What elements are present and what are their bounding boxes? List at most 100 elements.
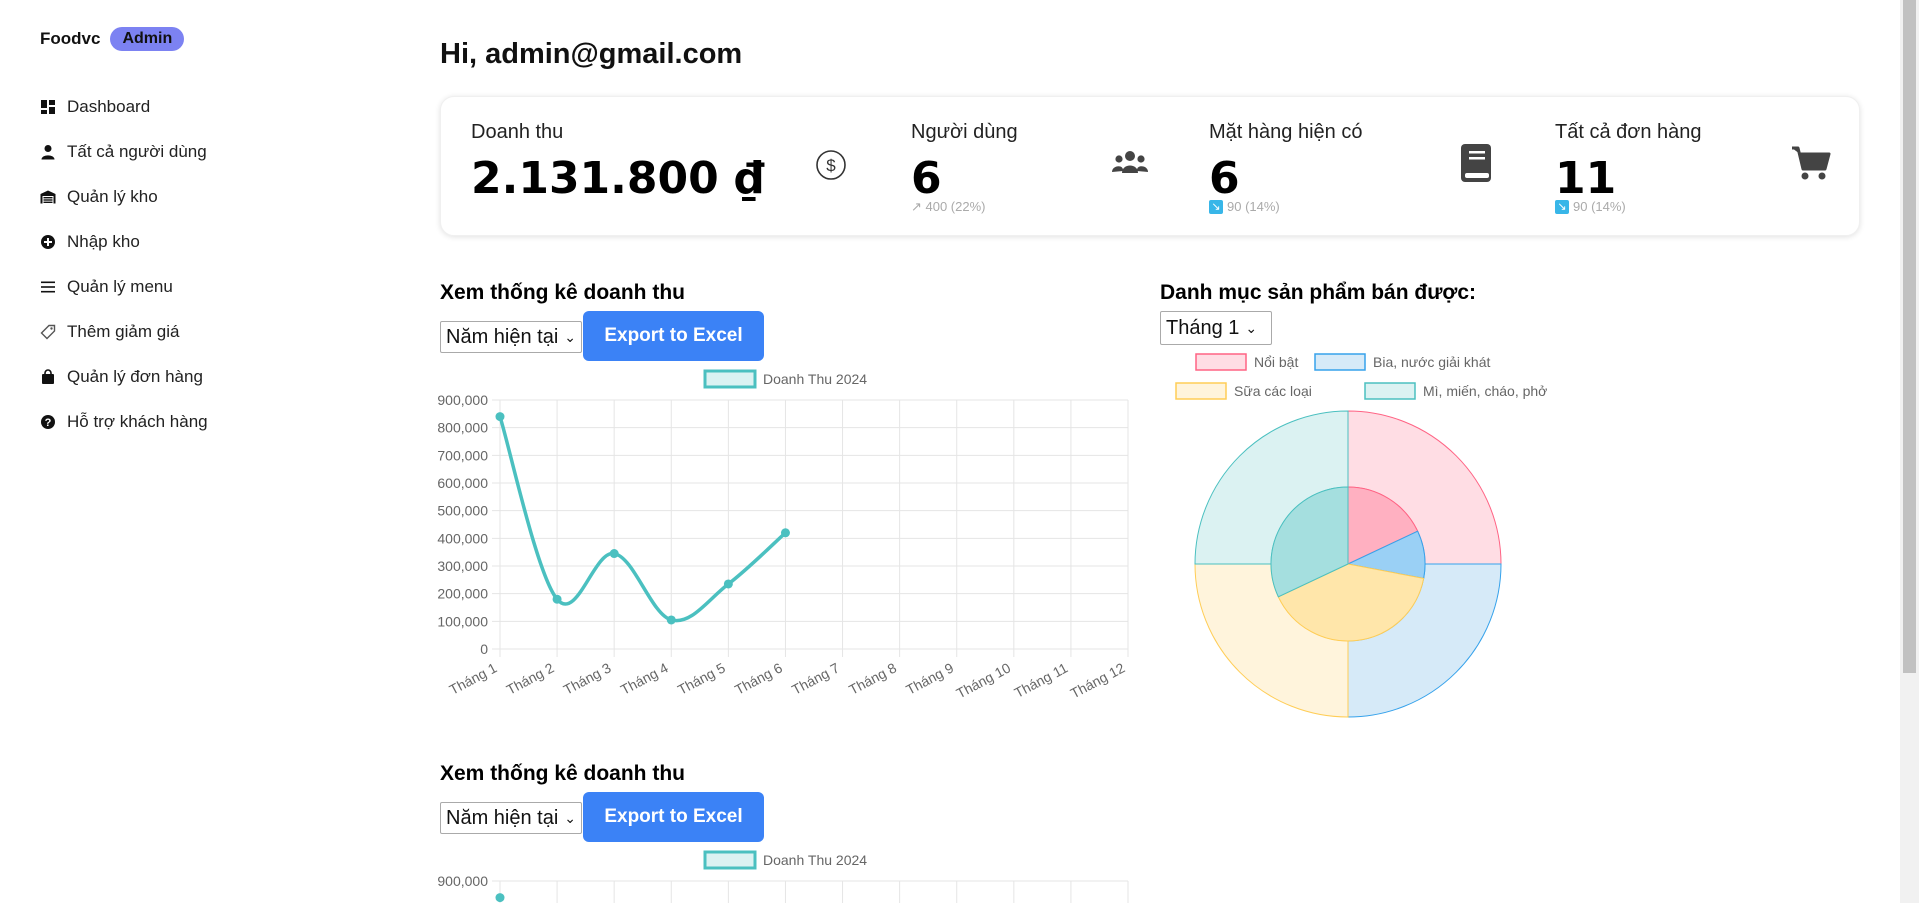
y-tick-label: 100,000 (437, 613, 488, 629)
sidebar-item-users[interactable]: Tất cả người dùng (40, 129, 208, 174)
year-select-value: Năm hiện tại (446, 325, 559, 348)
sidebar-item-warehouse[interactable]: Quản lý kho (40, 174, 208, 219)
revenue-section-title: Xem thống kê doanh thu (440, 281, 685, 304)
stat-orders: Tất cả đơn hàng 11 ↘ 90 (14%) (1555, 97, 1845, 235)
data-point (495, 412, 505, 422)
export-excel-button-2[interactable]: Export to Excel (583, 792, 764, 842)
stat-delta: ↘ 90 (14%) (1209, 199, 1280, 214)
data-point (495, 893, 505, 903)
sidebar-item-dashboard[interactable]: Dashboard (40, 84, 208, 129)
y-tick-label: 400,000 (437, 530, 488, 546)
legend-label: Bia, nước giải khát (1373, 354, 1490, 370)
sidebar-item-label: Quản lý menu (67, 276, 173, 296)
revenue-line-chart: Doanh Thu 2024 900,000 800,000 700,000 600,0… (437, 369, 1129, 701)
sidebar-item-import[interactable]: Nhập kho (40, 219, 208, 264)
month-select[interactable]: Tháng 1 ⌄ (1160, 311, 1272, 345)
category-section-title: Danh mục sản phẩm bán được: (1160, 281, 1477, 304)
page-scrollbar[interactable] (1900, 0, 1919, 903)
x-tick-label: Tháng 5 (675, 659, 728, 697)
y-tick-label: 600,000 (437, 475, 488, 491)
sidebar-item-label: Quản lý kho (67, 186, 158, 206)
year-select-value: Năm hiện tại (446, 806, 559, 829)
y-tick-label: 300,000 (437, 558, 488, 574)
x-tick-label: Tháng 10 (953, 659, 1013, 701)
sidebar-item-discount[interactable]: Thêm giảm giá (40, 309, 208, 354)
revenue-line-chart-2: Doanh Thu 2024 900,000 (437, 850, 1129, 903)
user-icon (40, 144, 56, 160)
users-icon (1111, 149, 1149, 182)
sidebar-item-label: Tất cả người dùng (67, 141, 207, 161)
y-tick-label: 900,000 (437, 392, 488, 408)
stat-users: Người dùng 6 ↗ 400 (22%) (911, 97, 1171, 235)
sidebar-nav: Dashboard Tất cả người dùng Quản lý kho … (40, 84, 208, 444)
x-tick-label: Tháng 8 (846, 659, 899, 697)
stat-value: 2.131.800 ₫ (471, 153, 765, 204)
data-point (552, 594, 562, 604)
series-line (498, 416, 787, 623)
y-tick-label: 700,000 (437, 447, 488, 463)
y-tick-label: 0 (480, 641, 488, 657)
stat-revenue: Doanh thu 2.131.800 ₫ $ (471, 97, 891, 235)
legend-swatch (1175, 382, 1227, 400)
x-tick-label: Tháng 11 (1011, 659, 1070, 701)
warehouse-icon (40, 189, 56, 205)
chevron-down-icon: ⌄ (564, 328, 577, 345)
trend-down-icon: ↘ (1555, 199, 1569, 214)
tag-icon (40, 324, 56, 340)
year-select-2[interactable]: Năm hiện tại ⌄ (440, 802, 582, 834)
admin-badge: Admin (110, 27, 185, 51)
svg-text:?: ? (45, 417, 52, 429)
legend-swatch (1195, 353, 1247, 371)
question-circle-icon: ? (40, 414, 56, 430)
dollar-circle-icon: $ (815, 149, 847, 186)
sidebar-item-label: Nhập kho (67, 231, 140, 251)
stat-label: Người dùng (911, 121, 1018, 143)
legend-label: Nổi bật (1254, 354, 1298, 370)
sidebar-item-label: Dashboard (67, 96, 151, 116)
x-tick-label: Tháng 7 (789, 659, 842, 697)
brand-name: Foodvc (40, 29, 101, 48)
sidebar-item-support[interactable]: ? Hỗ trợ khách hàng (40, 399, 208, 444)
legend-label: Sữa các loại (1234, 383, 1312, 399)
legend-label: Doanh Thu 2024 (763, 852, 867, 868)
sidebar-item-menu[interactable]: Quản lý menu (40, 264, 208, 309)
trend-down-icon: ↘ (1209, 199, 1223, 214)
stat-delta-text: 90 (14%) (1227, 199, 1280, 214)
legend-swatch (703, 369, 757, 389)
stat-label: Doanh thu (471, 121, 564, 143)
y-tick-label: 500,000 (437, 503, 488, 519)
month-select-value: Tháng 1 (1166, 316, 1240, 339)
brand: Foodvc Admin (40, 27, 185, 51)
stat-value: 11 (1555, 153, 1617, 204)
stats-card: Doanh thu 2.131.800 ₫ $ Người dùng 6 ↗ 4… (440, 96, 1860, 236)
legend-label: Doanh Thu 2024 (763, 371, 867, 387)
plus-circle-icon (40, 234, 56, 250)
x-tick-label: Tháng 2 (504, 659, 557, 697)
x-tick-label: Tháng 1 (447, 659, 500, 697)
book-icon (1459, 143, 1493, 188)
legend-label: Mì, miến, cháo, phở (1423, 383, 1547, 399)
revenue-section-title-2: Xem thống kê doanh thu (440, 762, 685, 785)
scrollbar-thumb[interactable] (1903, 0, 1916, 673)
year-select[interactable]: Năm hiện tại ⌄ (440, 321, 582, 353)
chevron-down-icon: ⌄ (1245, 319, 1258, 336)
cart-icon (1791, 145, 1831, 186)
svg-text:$: $ (826, 156, 836, 175)
legend-swatch (703, 850, 757, 870)
sidebar-item-label: Quản lý đơn hàng (67, 366, 203, 386)
sidebar-item-orders[interactable]: Quản lý đơn hàng (40, 354, 208, 399)
dashboard-icon (40, 99, 56, 115)
x-tick-label: Tháng 4 (618, 659, 671, 697)
stat-products: Mặt hàng hiện có 6 ↘ 90 (14%) (1209, 97, 1499, 235)
export-excel-button[interactable]: Export to Excel (583, 311, 764, 361)
category-pie-chart: Nổi bật Bia, nước giải khát Sữa các loại Mì… (1175, 353, 1547, 718)
stat-value: 6 (911, 153, 942, 204)
sidebar: Foodvc Admin Dashboard Tất cả người dùng… (0, 0, 330, 903)
x-tick-label: Tháng 6 (732, 659, 785, 697)
x-tick-label: Tháng 3 (561, 659, 614, 697)
page-title: Hi, admin@gmail.com (440, 38, 743, 70)
legend-swatch (1364, 382, 1416, 400)
menu-icon (40, 279, 56, 295)
sidebar-item-label: Thêm giảm giá (67, 321, 180, 341)
y-tick-label: 800,000 (437, 420, 488, 436)
